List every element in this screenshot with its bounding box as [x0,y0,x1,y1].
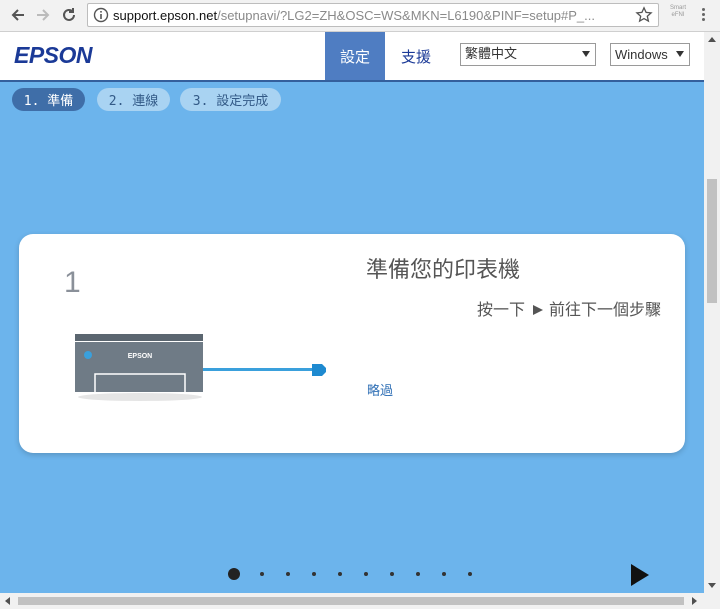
epson-logo[interactable]: EPSON [14,42,93,69]
site-header: EPSON 設定 支援 繁體中文 Windows [0,32,704,80]
pagination-dot[interactable] [260,572,264,576]
url-host: support.epson.net [113,8,218,23]
step-number: 1 [64,266,81,299]
printer-logo: EPSON [128,353,153,360]
scroll-right-icon[interactable] [692,597,697,605]
pagination-dot[interactable] [338,572,342,576]
extension-label-1: Smart [669,5,686,11]
pagination-dot[interactable] [286,572,290,576]
back-button[interactable] [8,5,28,25]
step-tab-prepare[interactable]: 1. 準備 [12,88,85,111]
nav-setup-tab[interactable]: 設定 [325,32,385,80]
pagination-dot[interactable] [364,572,368,576]
next-suffix: 前往下一個步驟 [548,300,661,319]
pagination-dot[interactable] [228,568,240,580]
step-tab-connect[interactable]: 2. 連線 [97,88,170,111]
vertical-scroll-thumb[interactable] [707,179,717,303]
url-text[interactable]: support.epson.net/setupnavi/?LG2=ZH&OSC=… [113,8,595,23]
next-step-hint: 按一下 前往下一個步驟 [477,296,661,320]
browser-toolbar: support.epson.net/setupnavi/?LG2=ZH&OSC=… [0,0,720,32]
extension-icon[interactable]: Smart eFNI [668,5,688,25]
browser-menu-icon[interactable] [700,6,706,24]
scroll-left-icon[interactable] [5,597,10,605]
nav-support-tab[interactable]: 支援 [386,32,446,80]
pagination-dot[interactable] [442,572,446,576]
url-path: /setupnavi/?LG2=ZH&OSC=WS&MKN=L6190&PINF… [217,8,595,23]
reload-icon [63,8,75,21]
next-prefix: 按一下 [476,300,525,319]
setup-main-area: 1. 準備 2. 連線 3. 設定完成 1 準備您的印表機 按一下 前往下一個步驟… [0,80,704,593]
back-arrow-icon [11,9,24,21]
language-select[interactable]: 繁體中文 [460,43,596,66]
pagination-dots [228,568,494,580]
horizontal-scroll-thumb[interactable] [18,597,684,605]
setup-card: 1 準備您的印表機 按一下 前往下一個步驟 略過 EPSON [19,234,685,453]
pagination-dot[interactable] [390,572,394,576]
extension-label-2: eFNI [671,12,685,18]
step-tab-complete[interactable]: 3. 設定完成 [180,88,281,111]
play-arrow-icon [532,305,543,315]
info-icon[interactable] [93,7,109,23]
pagination-dot[interactable] [416,572,420,576]
skip-link[interactable]: 略過 [367,380,393,399]
language-value: 繁體中文 [465,47,518,62]
scroll-down-icon[interactable] [708,583,716,588]
pagination-dot[interactable] [312,572,316,576]
vertical-scrollbar[interactable] [704,32,720,593]
address-bar[interactable]: support.epson.net/setupnavi/?LG2=ZH&OSC=… [87,3,659,27]
next-play-icon[interactable] [631,564,649,586]
os-select[interactable]: Windows [610,43,690,66]
bookmark-star-icon[interactable] [635,6,653,24]
printer-illustration: EPSON [75,334,326,401]
card-title: 準備您的印表機 [366,258,521,283]
os-value: Windows [615,47,668,62]
pagination-dot[interactable] [468,572,472,576]
forward-arrow-icon [37,9,50,21]
forward-button[interactable] [33,5,53,25]
chevron-down-icon [676,51,684,57]
reload-button[interactable] [59,5,79,25]
scroll-up-icon[interactable] [708,37,716,42]
chevron-down-icon [582,51,590,57]
horizontal-scrollbar[interactable] [0,593,720,609]
